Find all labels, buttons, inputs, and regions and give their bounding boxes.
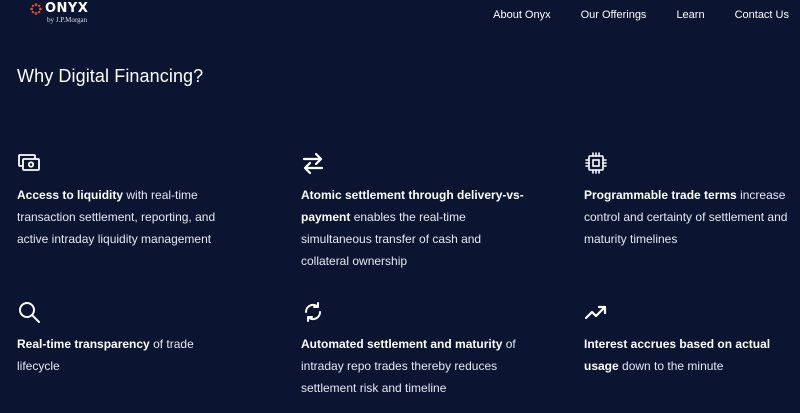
onyx-logo-icon (30, 3, 42, 15)
feature-atomic-settlement: Atomic settlement through delivery-vs-pa… (301, 151, 526, 272)
feature-text: Automated settlement and maturity of int… (301, 333, 526, 399)
chip-icon (585, 152, 607, 174)
feature-bold: Real-time transparency (17, 337, 150, 351)
feature-transparency: Real-time transparency of trade lifecycl… (17, 300, 237, 377)
feature-desc: down to the minute (618, 359, 724, 373)
feature-text: Access to liquidity with real-time trans… (17, 184, 237, 250)
transfer-arrows-icon (302, 152, 324, 175)
logo-row: ONYX (30, 2, 110, 16)
feature-bold: Programmable trade terms (584, 188, 737, 202)
nav-about-onyx[interactable]: About Onyx (493, 8, 550, 22)
nav-contact-us[interactable]: Contact Us (735, 8, 789, 22)
feature-bold: Automated settlement and maturity (301, 337, 503, 351)
brand-logo[interactable]: ONYX by J.P.Morgan (30, 2, 110, 28)
feature-liquidity: Access to liquidity with real-time trans… (17, 151, 237, 250)
nav-learn[interactable]: Learn (676, 8, 704, 22)
feature-text: Real-time transparency of trade lifecycl… (17, 333, 237, 377)
brand-name: ONYX (45, 1, 89, 16)
feature-text: Programmable trade terms increase contro… (584, 184, 794, 250)
top-nav: About Onyx Our Offerings Learn Contact U… (493, 8, 789, 22)
cash-icon (18, 154, 40, 171)
nav-our-offerings[interactable]: Our Offerings (581, 8, 647, 22)
trending-up-icon (584, 305, 607, 320)
section-title: Why Digital Financing? (17, 66, 204, 86)
feature-automated-settlement: Automated settlement and maturity of int… (301, 300, 526, 399)
search-icon (19, 302, 40, 323)
refresh-icon (304, 302, 322, 322)
feature-text: Interest accrues based on actual usage d… (584, 333, 794, 377)
feature-text: Atomic settlement through delivery-vs-pa… (301, 184, 526, 272)
feature-programmable: Programmable trade terms increase contro… (584, 151, 794, 250)
feature-bold: Access to liquidity (17, 188, 124, 202)
brand-tagline: by J.P.Morgan (47, 16, 88, 24)
feature-interest-accrual: Interest accrues based on actual usage d… (584, 300, 794, 377)
